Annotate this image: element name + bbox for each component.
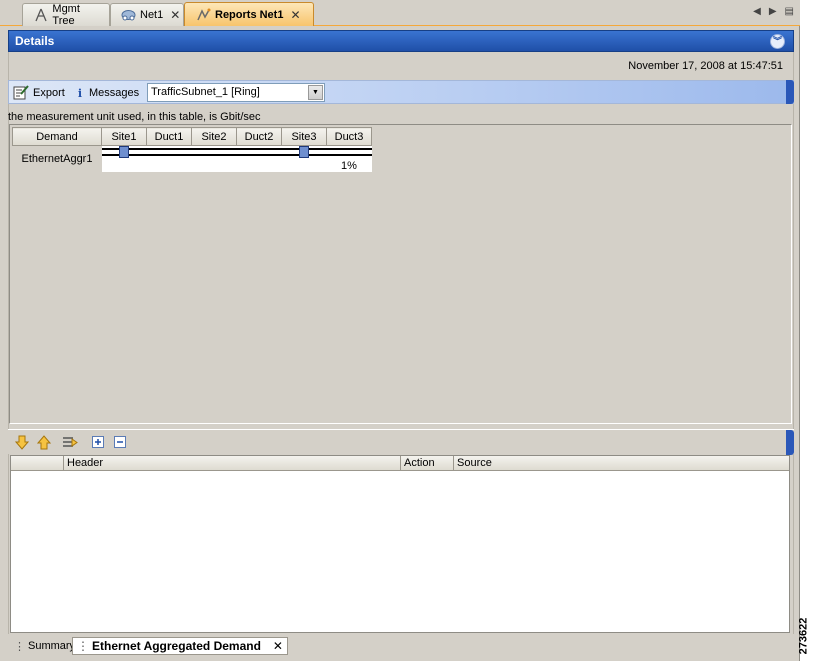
tab-label: Summary xyxy=(28,640,76,652)
utilization-value: 1% xyxy=(341,159,357,172)
figure-id: 273622 xyxy=(797,614,815,660)
tab-label: Net1 xyxy=(140,9,164,21)
ring-line xyxy=(146,148,192,156)
tab-summary[interactable]: ⋮ Summary xyxy=(10,637,79,655)
expand-all-icon[interactable] xyxy=(90,434,106,450)
close-icon[interactable]: ✕ xyxy=(290,8,300,22)
filter-icon[interactable] xyxy=(62,434,78,450)
drag-handle-icon: ⋮ xyxy=(14,640,25,653)
column-header-source[interactable]: Source xyxy=(454,456,789,470)
close-icon[interactable]: ✕ xyxy=(273,639,283,653)
site1-cell[interactable] xyxy=(101,145,147,172)
demand-table: Demand Site1 Duct1 Site2 Duct2 Site3 Duc… xyxy=(12,127,372,172)
details-header: Details ︾ xyxy=(8,30,794,52)
messages-button[interactable]: i Messages xyxy=(75,84,139,102)
figure-id-text: 273622 xyxy=(797,617,810,655)
ring-line xyxy=(326,148,372,156)
subnet-select[interactable]: TrafficSubnet_1 [Ring] ▼ xyxy=(147,83,325,102)
demand-grid-area: Demand Site1 Duct1 Site2 Duct2 Site3 Duc… xyxy=(9,124,792,424)
duct2-cell[interactable] xyxy=(236,145,282,172)
tab-mgmt-tree[interactable]: Mgmt Tree xyxy=(22,3,110,27)
site3-cell[interactable] xyxy=(281,145,327,172)
info-icon: i xyxy=(77,86,83,100)
report-icon xyxy=(195,7,211,23)
demand-name-cell[interactable]: EthernetAggr1 xyxy=(12,145,102,172)
export-button[interactable]: Export xyxy=(13,84,65,102)
column-header-action[interactable]: Action xyxy=(401,456,454,470)
tab-navigation: ◀ ▶ ▤ xyxy=(753,6,794,17)
table-header-row: Demand Site1 Duct1 Site2 Duct2 Site3 Duc… xyxy=(12,127,372,146)
chevron-down-icon[interactable]: ▼ xyxy=(308,85,323,100)
column-header-blank[interactable] xyxy=(11,456,64,470)
messages-label: Messages xyxy=(89,87,140,99)
duct1-cell[interactable] xyxy=(146,145,192,172)
application-window: Mgmt Tree Net1 ✕ Reports Net1 ✕ ◀ ▶ ▤ De… xyxy=(0,0,800,661)
column-header-site2[interactable]: Site2 xyxy=(191,127,237,146)
ring-line xyxy=(191,148,237,156)
collapse-icon[interactable]: ︾ xyxy=(770,34,785,49)
table-header-row: Header Action Source xyxy=(11,456,789,471)
lower-toolbar xyxy=(8,429,794,455)
drag-handle-icon: ⋮ xyxy=(77,639,89,653)
tab-net1[interactable]: Net1 ✕ xyxy=(110,3,184,26)
duct3-cell[interactable]: 1% xyxy=(326,145,372,172)
arrow-up-icon[interactable] xyxy=(36,434,52,450)
arrow-down-icon[interactable] xyxy=(14,434,30,450)
column-header-duct3[interactable]: Duct3 xyxy=(326,127,372,146)
column-header-header[interactable]: Header xyxy=(64,456,401,470)
tab-label: Mgmt Tree xyxy=(52,3,80,27)
details-title: Details xyxy=(15,34,55,48)
editor-tab-strip: Mgmt Tree Net1 ✕ Reports Net1 ✕ ◀ ▶ ▤ xyxy=(0,0,800,27)
scroll-right-icon[interactable]: ▶ xyxy=(769,6,777,17)
site2-cell[interactable] xyxy=(191,145,237,172)
site-marker-icon xyxy=(119,146,130,158)
column-header-site3[interactable]: Site3 xyxy=(281,127,327,146)
export-icon xyxy=(13,84,29,103)
tab-label: Ethernet Aggregated Demand xyxy=(92,639,261,653)
tab-list-icon[interactable]: ▤ xyxy=(785,6,794,17)
report-timestamp: November 17, 2008 at 15:47:51 xyxy=(628,60,783,72)
scroll-left-icon[interactable]: ◀ xyxy=(753,6,761,17)
tab-label: Reports Net1 xyxy=(215,8,284,21)
ring-line xyxy=(236,148,282,156)
close-icon[interactable]: ✕ xyxy=(170,8,180,22)
report-toolbar: Export i Messages TrafficSubnet_1 [Ring]… xyxy=(8,80,794,104)
unit-note: the measurement unit used, in this table… xyxy=(8,111,261,123)
table-row[interactable]: EthernetAggr1 1% xyxy=(12,145,372,172)
column-header-demand[interactable]: Demand xyxy=(12,127,102,146)
column-header-duct2[interactable]: Duct2 xyxy=(236,127,282,146)
messages-table: Header Action Source xyxy=(10,455,790,633)
collapse-all-icon[interactable] xyxy=(112,434,128,450)
column-header-site1[interactable]: Site1 xyxy=(101,127,147,146)
network-icon xyxy=(121,7,136,23)
toolbar-endcap xyxy=(786,80,794,104)
export-label: Export xyxy=(33,87,65,99)
subnet-select-value: TrafficSubnet_1 [Ring] xyxy=(151,86,260,98)
site-marker-icon xyxy=(299,146,309,158)
bottom-tab-strip: ⋮ Summary ⋮ Ethernet Aggregated Demand ✕ xyxy=(8,635,794,657)
tree-icon xyxy=(33,7,48,23)
tab-reports-net1[interactable]: Reports Net1 ✕ xyxy=(184,2,314,26)
toolbar-endcap xyxy=(786,430,794,455)
tab-ethernet-aggregated-demand[interactable]: ⋮ Ethernet Aggregated Demand ✕ xyxy=(72,637,288,655)
column-header-duct1[interactable]: Duct1 xyxy=(146,127,192,146)
